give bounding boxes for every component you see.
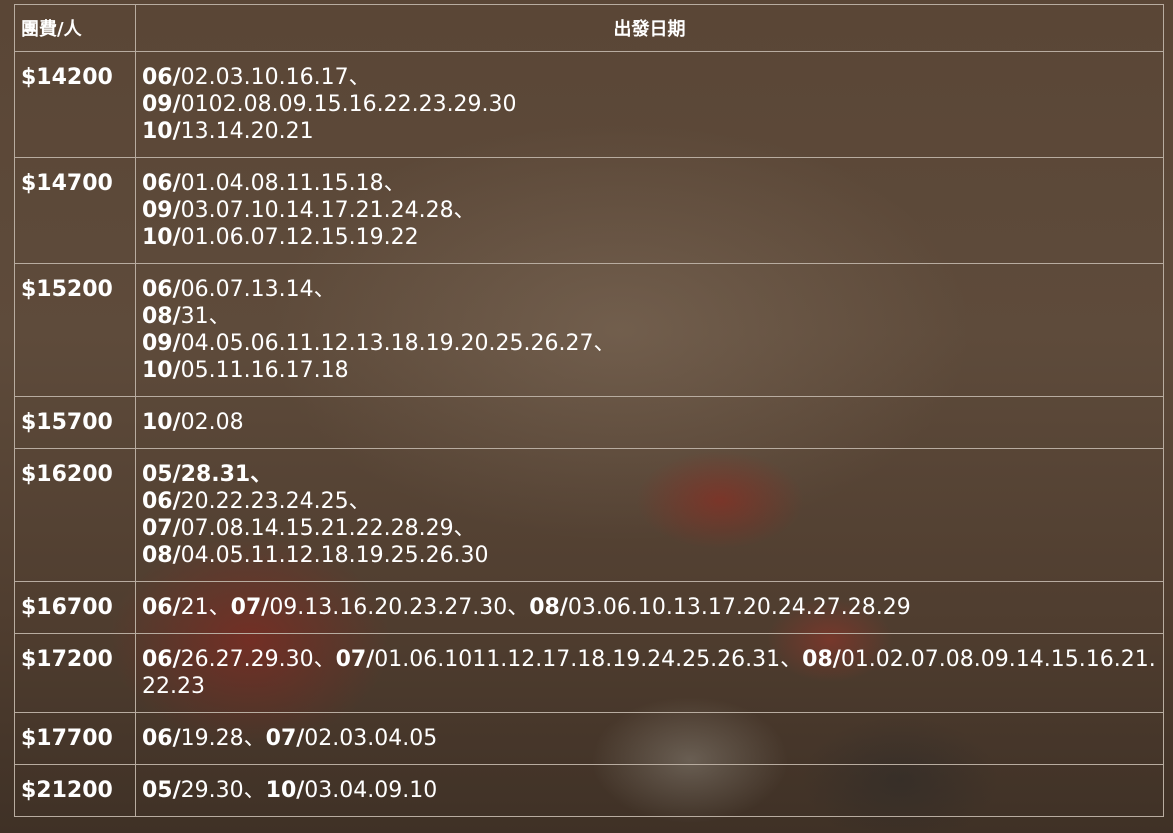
date-line: 10/01.06.07.12.15.19.22 [142,224,1157,251]
price-cell: $15700 [14,396,136,449]
table-row: $16200 05/28.31、 06/20.22.23.24.25、 07/07.0… [14,448,1164,582]
month-label: 08/ [142,304,181,329]
price-cell: $15200 [14,263,136,397]
month-label: 09/ [142,331,181,356]
month-label: 10/ [142,410,181,435]
day-list: 01.06.1011.12.17.18.19.24.25.26.31、 [374,647,803,672]
day-list: 19.28、 [180,726,266,751]
dates-cell: 06/19.28、07/02.03.04.05 [135,712,1164,765]
price-cell: $17200 [14,633,136,713]
date-line: 06/26.27.29.30、07/01.06.1011.12.17.18.19… [142,646,1157,700]
day-list: 07.08.14.15.21.22.28.29、 [180,516,476,541]
dates-cell: 05/28.31、 06/20.22.23.24.25、 07/07.08.14.1… [135,448,1164,582]
table-row: $14200 06/02.03.10.16.17、 09/0102.08.09.15… [14,51,1164,158]
day-list: 21、 [180,595,231,620]
day-list: 09.13.16.20.23.27.30、 [269,595,530,620]
price-cell: $17700 [14,712,136,765]
date-line: 06/02.03.10.16.17、 [142,64,1157,91]
date-line: 05/28.31、 [142,461,1157,488]
price-cell: $21200 [14,764,136,817]
table-body: $14200 06/02.03.10.16.17、 09/0102.08.09.15… [14,51,1164,817]
date-line: 08/04.05.11.12.18.19.25.26.30 [142,542,1157,569]
dates-cell: 06/01.04.08.11.15.18、 09/03.07.10.14.17.2… [135,157,1164,264]
day-list: 05.11.16.17.18 [180,358,349,383]
month-label: 08/ [142,543,181,568]
month-label: 06/ [142,726,181,751]
month-label: 10/ [265,778,305,803]
month-label: 06/ [142,65,181,90]
header-dates: 出發日期 [135,4,1164,52]
day-list: 03.06.10.13.17.20.24.27.28.29 [567,595,911,620]
month-label: 06/ [142,647,181,672]
month-label: 07/ [265,726,305,751]
day-list: 04.05.11.12.18.19.25.26.30 [180,543,489,568]
day-list: 13.14.20.21 [180,119,314,144]
month-label: 10/ [142,358,181,383]
month-label: 07/ [142,516,181,541]
date-line: 09/03.07.10.14.17.21.24.28、 [142,197,1157,224]
day-list: 20.22.23.24.25、 [180,489,371,514]
month-label: 08/ [802,647,841,672]
date-line: 07/07.08.14.15.21.22.28.29、 [142,515,1157,542]
date-line: 06/19.28、07/02.03.04.05 [142,725,1157,752]
month-label: 07/ [335,647,375,672]
day-list: 03.07.10.14.17.21.24.28、 [180,198,476,223]
dates-cell: 10/02.08 [135,396,1164,449]
month-label: 06/ [142,489,181,514]
month-label: 06/ [142,277,181,302]
month-label: 06/ [142,595,181,620]
day-list: 03.04.09.10 [304,778,438,803]
table-row: $15700 10/02.08 [14,396,1164,449]
price-date-table: 團費/人 出發日期 $14200 06/02.03.10.16.17、 09/010… [14,4,1164,817]
table-row: $16700 06/21、07/09.13.16.20.23.27.30、08/0… [14,581,1164,634]
date-line: 08/31、 [142,303,1157,330]
month-label: 07/ [230,595,270,620]
month-label: 10/ [142,225,181,250]
dates-cell: 06/26.27.29.30、07/01.06.1011.12.17.18.19… [135,633,1164,713]
date-line: 05/29.30、10/03.04.09.10 [142,777,1157,804]
date-line: 06/06.07.13.14、 [142,276,1157,303]
day-list: 01.04.08.11.15.18、 [180,171,406,196]
dates-cell: 06/06.07.13.14、 08/31、 09/04.05.06.11.12.1… [135,263,1164,397]
day-list: 0102.08.09.15.16.22.23.29.30 [180,92,517,117]
day-list: 02.08 [180,410,244,435]
month-label: 10/ [142,119,181,144]
dates-cell: 06/21、07/09.13.16.20.23.27.30、08/03.06.1… [135,581,1164,634]
day-list: 26.27.29.30、 [180,647,336,672]
price-cell: $14200 [14,51,136,158]
month-label: 05/ [142,778,181,803]
date-line: 06/20.22.23.24.25、 [142,488,1157,515]
price-cell: $14700 [14,157,136,264]
date-line: 06/21、07/09.13.16.20.23.27.30、08/03.06.1… [142,594,1157,621]
price-cell: $16700 [14,581,136,634]
day-list: 31、 [180,304,231,329]
day-list: 06.07.13.14、 [180,277,336,302]
table-row: $15200 06/06.07.13.14、 08/31、 09/04.05.06.1… [14,263,1164,397]
date-line: 10/05.11.16.17.18 [142,357,1157,384]
dates-cell: 05/29.30、10/03.04.09.10 [135,764,1164,817]
table-row: $17200 06/26.27.29.30、07/01.06.1011.12.17… [14,633,1164,713]
day-list: 02.03.04.05 [304,726,438,751]
header-price: 團費/人 [14,4,136,52]
day-list: 29.30、 [180,778,266,803]
date-line: 09/0102.08.09.15.16.22.23.29.30 [142,91,1157,118]
month-label: 06/ [142,171,181,196]
month-label: 09/ [142,92,181,117]
day-list: 02.03.10.16.17、 [180,65,371,90]
day-list: 04.05.06.11.12.13.18.19.20.25.26.27、 [180,331,616,356]
month-label: 08/ [529,595,568,620]
table-row: $14700 06/01.04.08.11.15.18、 09/03.07.10.1… [14,157,1164,264]
date-line: 09/04.05.06.11.12.13.18.19.20.25.26.27、 [142,330,1157,357]
dates-cell: 06/02.03.10.16.17、 09/0102.08.09.15.16.22… [135,51,1164,158]
table-row: $17700 06/19.28、07/02.03.04.05 [14,712,1164,765]
date-line: 10/02.08 [142,409,1157,436]
price-cell: $16200 [14,448,136,582]
table-row: $21200 05/29.30、10/03.04.09.10 [14,764,1164,817]
day-list: 01.06.07.12.15.19.22 [180,225,419,250]
date-line: 10/13.14.20.21 [142,118,1157,145]
month-label: 05/28.31、 [142,462,273,487]
month-label: 09/ [142,198,181,223]
table-header-row: 團費/人 出發日期 [14,4,1164,52]
date-line: 06/01.04.08.11.15.18、 [142,170,1157,197]
